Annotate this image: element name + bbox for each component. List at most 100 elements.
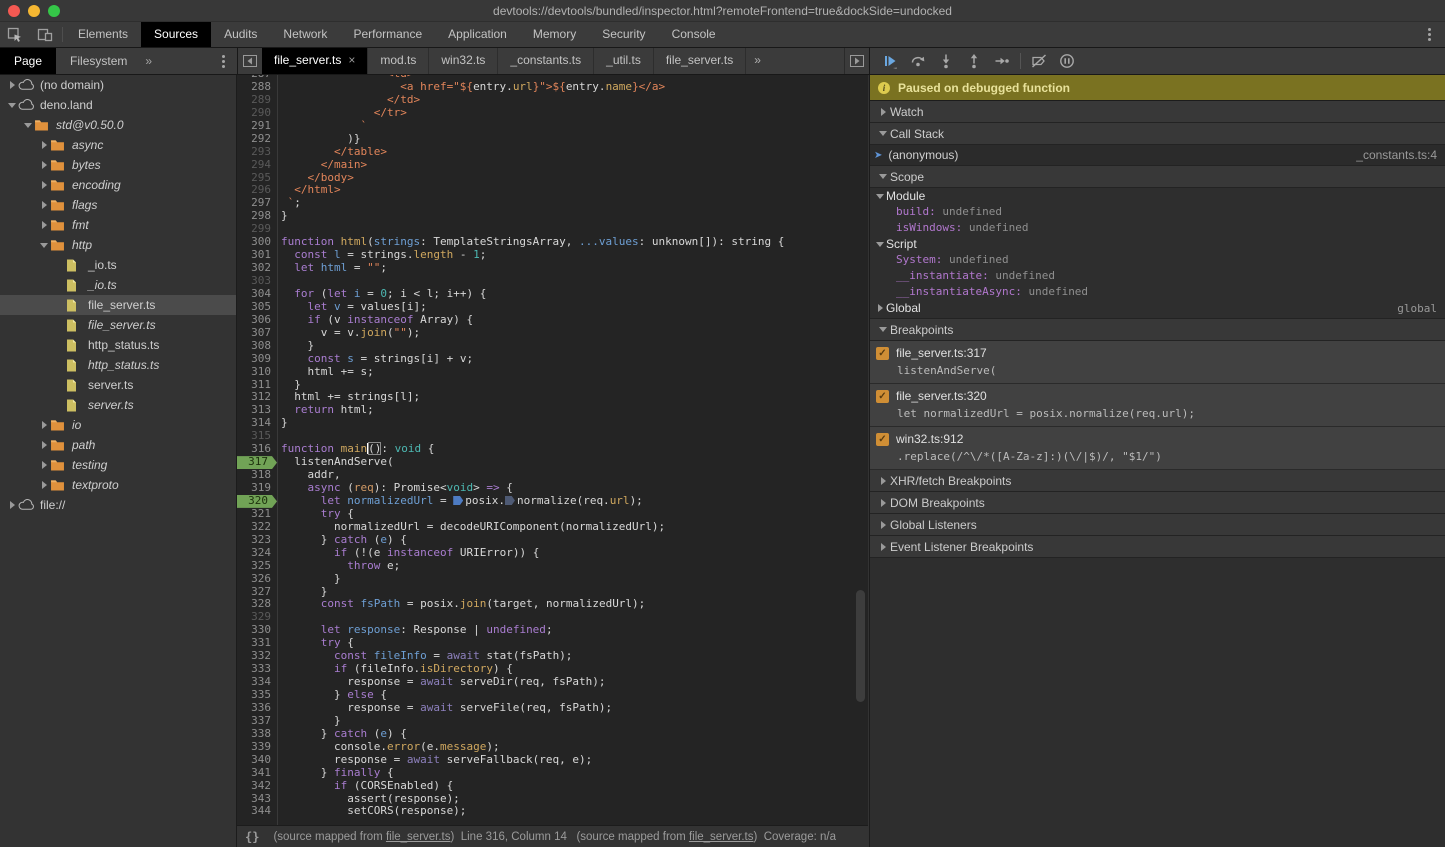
chevron-right-icon[interactable] xyxy=(6,81,18,89)
step-over-icon[interactable] xyxy=(904,49,932,73)
chevron-right-icon[interactable] xyxy=(38,481,50,489)
code-line[interactable]: 310 html += s; xyxy=(237,366,868,379)
deactivate-breakpoints-icon[interactable] xyxy=(1025,49,1053,73)
line-number[interactable]: 336 xyxy=(237,702,277,715)
breakpoint-entry[interactable]: ✓file_server.ts:317listenAndServe( xyxy=(870,341,1445,384)
tree-item[interactable]: file_server.ts xyxy=(0,295,236,315)
line-number[interactable]: 325 xyxy=(237,560,277,573)
code-line[interactable]: 313 return html; xyxy=(237,404,868,417)
line-number[interactable]: 306 xyxy=(237,314,277,327)
editor-tab[interactable]: file_server.ts xyxy=(654,48,746,74)
frame-location-link[interactable]: _constants.ts:4 xyxy=(1356,148,1437,162)
breakpoint-line-number[interactable]: 317 xyxy=(237,456,277,469)
tab-audits[interactable]: Audits xyxy=(211,22,270,47)
line-number[interactable]: 309 xyxy=(237,353,277,366)
code-line[interactable]: 314} xyxy=(237,417,868,430)
line-number[interactable]: 335 xyxy=(237,689,277,702)
line-number[interactable]: 307 xyxy=(237,327,277,340)
code-line[interactable]: 297 `; xyxy=(237,197,868,210)
editor-tabs-overflow-chevron[interactable]: » xyxy=(746,48,769,74)
line-number[interactable]: 293 xyxy=(237,146,277,159)
breakpoint-entry[interactable]: ✓file_server.ts:320let normalizedUrl = p… xyxy=(870,384,1445,427)
section-call-stack[interactable]: Call Stack xyxy=(870,123,1445,145)
tree-item[interactable]: deno.land xyxy=(0,95,236,115)
section-xhr-fetch-breakpoints[interactable]: XHR/fetch Breakpoints xyxy=(870,470,1445,492)
chevron-right-icon[interactable] xyxy=(38,181,50,189)
code-line[interactable]: 344 setCORS(response); xyxy=(237,805,868,818)
line-number[interactable]: 341 xyxy=(237,767,277,780)
code-line[interactable]: 307 v = v.join(""); xyxy=(237,327,868,340)
chevron-right-icon[interactable] xyxy=(38,161,50,169)
code-line[interactable]: 302 let html = ""; xyxy=(237,262,868,275)
tree-item[interactable]: http xyxy=(0,235,236,255)
line-number[interactable]: 324 xyxy=(237,547,277,560)
tree-item[interactable]: bytes xyxy=(0,155,236,175)
tab-security[interactable]: Security xyxy=(589,22,658,47)
chevron-right-icon[interactable] xyxy=(38,421,50,429)
source-map-link[interactable]: file_server.ts xyxy=(689,831,754,843)
chevron-right-icon[interactable] xyxy=(6,501,18,509)
section-scope[interactable]: Scope xyxy=(870,166,1445,188)
section-breakpoints[interactable]: Breakpoints xyxy=(870,319,1445,341)
line-number[interactable]: 304 xyxy=(237,288,277,301)
scope-property[interactable]: System: undefined xyxy=(870,252,1445,268)
close-tab-icon[interactable]: × xyxy=(348,53,355,67)
tab-performance[interactable]: Performance xyxy=(340,22,435,47)
hide-navigator-icon[interactable] xyxy=(238,48,262,74)
line-number[interactable]: 340 xyxy=(237,754,277,767)
line-number[interactable]: 344 xyxy=(237,805,277,818)
chevron-down-icon[interactable] xyxy=(6,103,18,108)
tree-item[interactable]: encoding xyxy=(0,175,236,195)
tree-item[interactable]: file_server.ts xyxy=(0,315,236,335)
call-stack-frame[interactable]: ➤(anonymous)_constants.ts:4 xyxy=(870,145,1445,166)
code-line[interactable]: 298} xyxy=(237,210,868,223)
breakpoint-checkbox[interactable]: ✓ xyxy=(876,433,889,446)
section-watch[interactable]: Watch xyxy=(870,101,1445,123)
editor-tab[interactable]: win32.ts xyxy=(429,48,498,74)
pretty-print-icon[interactable]: {} xyxy=(245,830,259,844)
section-dom-breakpoints[interactable]: DOM Breakpoints xyxy=(870,492,1445,514)
breakpoint-entry[interactable]: ✓win32.ts:912.replace(/^\/*([A-Za-z]:)(\… xyxy=(870,427,1445,470)
tree-item[interactable]: server.ts xyxy=(0,395,236,415)
navigator-overflow-chevron[interactable]: » xyxy=(141,48,156,74)
line-number[interactable]: 294 xyxy=(237,159,277,172)
line-number[interactable]: 291 xyxy=(237,120,277,133)
tree-item[interactable]: path xyxy=(0,435,236,455)
line-number[interactable]: 326 xyxy=(237,573,277,586)
tab-elements[interactable]: Elements xyxy=(65,22,141,47)
tree-item[interactable]: testing xyxy=(0,455,236,475)
line-number[interactable]: 342 xyxy=(237,780,277,793)
code-line[interactable]: 326 } xyxy=(237,573,868,586)
pause-on-exceptions-icon[interactable] xyxy=(1053,49,1081,73)
tree-item[interactable]: _io.ts xyxy=(0,255,236,275)
scope-property[interactable]: build: undefined xyxy=(870,204,1445,220)
section-global-listeners[interactable]: Global Listeners xyxy=(870,514,1445,536)
tab-console[interactable]: Console xyxy=(659,22,729,47)
tree-item[interactable]: flags xyxy=(0,195,236,215)
step-out-icon[interactable] xyxy=(960,49,988,73)
line-number[interactable]: 305 xyxy=(237,301,277,314)
tab-sources[interactable]: Sources xyxy=(141,22,211,47)
code-line[interactable]: 328 const fsPath = posix.join(target, no… xyxy=(237,598,868,611)
navigator-tab-filesystem[interactable]: Filesystem xyxy=(56,48,141,74)
tree-item[interactable]: server.ts xyxy=(0,375,236,395)
section-event-listener-breakpoints[interactable]: Event Listener Breakpoints xyxy=(870,536,1445,558)
scope-group-script[interactable]: Script xyxy=(870,236,1445,252)
chevron-down-icon[interactable] xyxy=(22,123,34,128)
chevron-down-icon[interactable] xyxy=(38,243,50,248)
tree-item[interactable]: async xyxy=(0,135,236,155)
chevron-right-icon[interactable] xyxy=(38,141,50,149)
device-toolbar-icon[interactable] xyxy=(30,22,60,47)
inline-breakpoint-marker[interactable] xyxy=(505,496,515,505)
line-number[interactable]: 323 xyxy=(237,534,277,547)
navigator-tab-page[interactable]: Page xyxy=(0,48,56,74)
scope-property[interactable]: __instantiate: undefined xyxy=(870,268,1445,284)
line-number[interactable]: 308 xyxy=(237,340,277,353)
chevron-right-icon[interactable] xyxy=(38,441,50,449)
breakpoint-checkbox[interactable]: ✓ xyxy=(876,390,889,403)
line-number[interactable]: 289 xyxy=(237,94,277,107)
editor-tab[interactable]: _constants.ts xyxy=(498,48,594,74)
line-number[interactable]: 292 xyxy=(237,133,277,146)
line-number[interactable]: 319 xyxy=(237,482,277,495)
scope-group-module[interactable]: Module xyxy=(870,188,1445,204)
